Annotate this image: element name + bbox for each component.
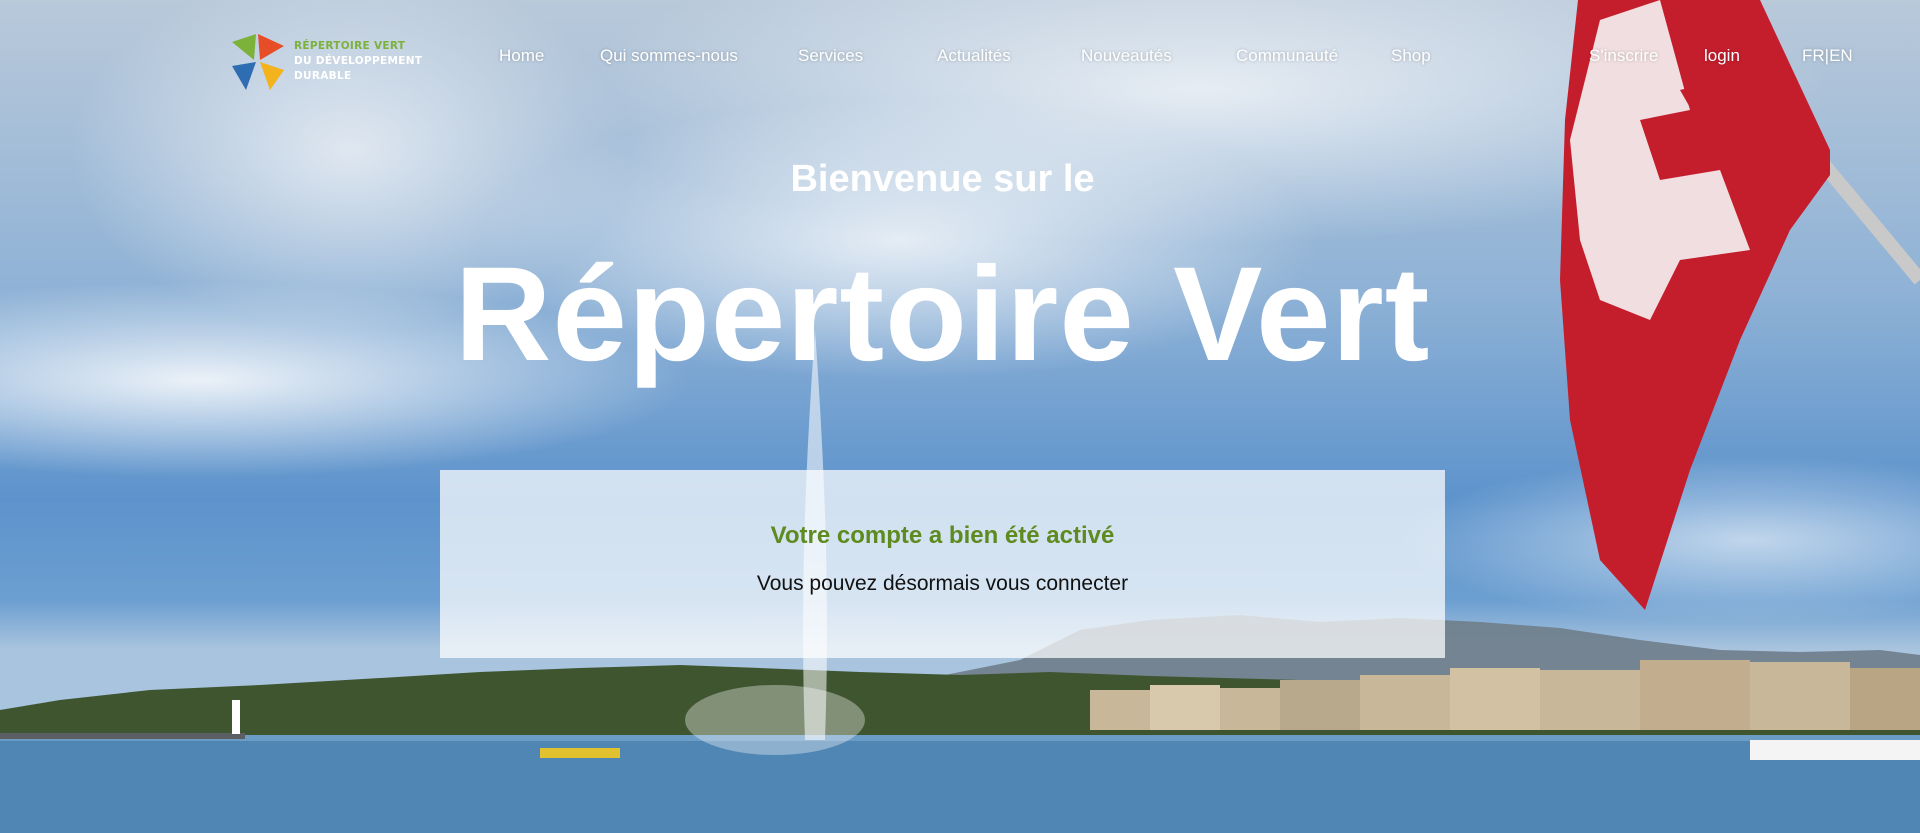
nav-qui-sommes-nous[interactable]: Qui sommes-nous [600, 46, 738, 66]
activation-text: Vous pouvez désormais vous connecter [756, 572, 1129, 595]
activation-title: Votre compte a bien été activé [770, 522, 1115, 549]
welcome-heading: Bienvenue sur le [790, 158, 1095, 200]
site-logo[interactable]: RÉPERTOIRE VERT DU DÉVELOPPEMENT DURABLE [226, 30, 422, 92]
hero-title: Répertoire Vert [454, 240, 1431, 389]
nav-shop[interactable]: Shop [1391, 46, 1431, 66]
nav-home[interactable]: Home [499, 46, 544, 66]
language-switcher[interactable]: FR|EN [1802, 46, 1853, 66]
boat [1750, 740, 1920, 760]
login-link[interactable]: login [1704, 46, 1740, 66]
lake [0, 735, 1920, 833]
boat [540, 748, 620, 758]
logo-text: RÉPERTOIRE VERT DU DÉVELOPPEMENT DURABLE [294, 39, 423, 82]
nav-actualites[interactable]: Actualités [937, 46, 1011, 66]
nav-communaute[interactable]: Communauté [1236, 46, 1338, 66]
signup-link[interactable]: S'inscrire [1589, 46, 1658, 66]
geneva-landscape [0, 0, 1920, 833]
nav-services[interactable]: Services [798, 46, 863, 66]
nav-nouveautes[interactable]: Nouveautés [1081, 46, 1172, 66]
activation-message-panel: Votre compte a bien été activé Vous pouv… [440, 470, 1445, 658]
hero-background [0, 0, 1920, 833]
logo-icon [232, 34, 284, 90]
